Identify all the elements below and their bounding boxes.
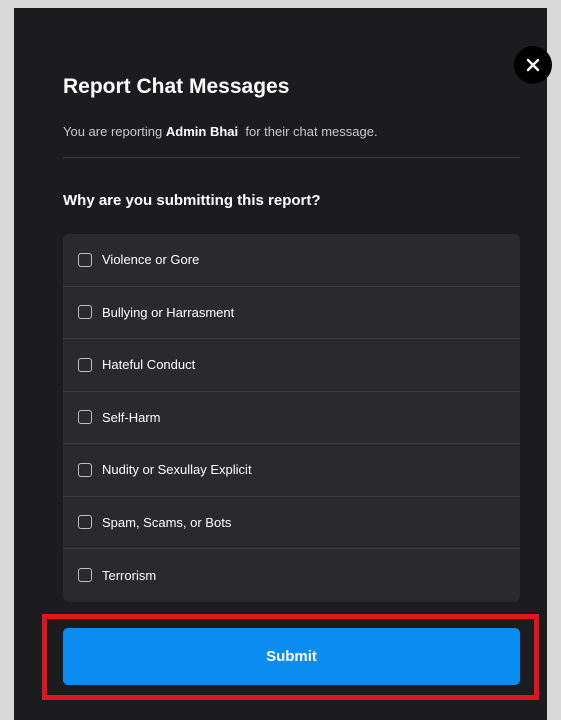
reason-option-self-harm[interactable]: Self-Harm (63, 392, 520, 444)
reason-label: Spam, Scams, or Bots (102, 514, 232, 530)
divider (63, 157, 520, 158)
subtitle-suffix: for their chat message. (245, 124, 378, 139)
reason-label: Terrorism (102, 567, 157, 583)
checkbox[interactable] (78, 515, 92, 530)
reason-option-nudity[interactable]: Nudity or Sexullay Explicit (63, 444, 520, 497)
checkbox[interactable] (78, 305, 92, 320)
reason-label: Nudity or Sexullay Explicit (102, 462, 252, 478)
dialog-subtitle: You are reporting Admin Bhai for their c… (63, 124, 378, 139)
reason-label: Self-Harm (102, 409, 161, 425)
submit-button[interactable]: Submit (63, 628, 520, 685)
subtitle-prefix: You are reporting (63, 124, 163, 139)
report-question: Why are you submitting this report? (63, 192, 321, 209)
reason-option-spam[interactable]: Spam, Scams, or Bots (63, 497, 520, 549)
reported-user-name: Admin Bhai (165, 124, 239, 139)
reason-label: Hateful Conduct (102, 357, 196, 373)
reason-option-bullying[interactable]: Bullying or Harrasment (63, 287, 520, 339)
close-button[interactable] (514, 46, 552, 84)
checkbox[interactable] (78, 410, 92, 425)
report-reason-list: Violence or Gore Bullying or Harrasment … (63, 234, 520, 602)
reason-label: Violence or Gore (102, 252, 200, 268)
reason-option-terrorism[interactable]: Terrorism (63, 549, 520, 602)
reason-label: Bullying or Harrasment (102, 304, 235, 320)
checkbox[interactable] (78, 568, 92, 583)
checkbox[interactable] (78, 462, 92, 477)
close-icon (526, 58, 540, 72)
checkbox[interactable] (78, 252, 92, 267)
checkbox[interactable] (78, 357, 92, 372)
dialog-title: Report Chat Messages (63, 75, 290, 98)
reason-option-hateful-conduct[interactable]: Hateful Conduct (63, 339, 520, 392)
reason-option-violence[interactable]: Violence or Gore (63, 234, 520, 287)
